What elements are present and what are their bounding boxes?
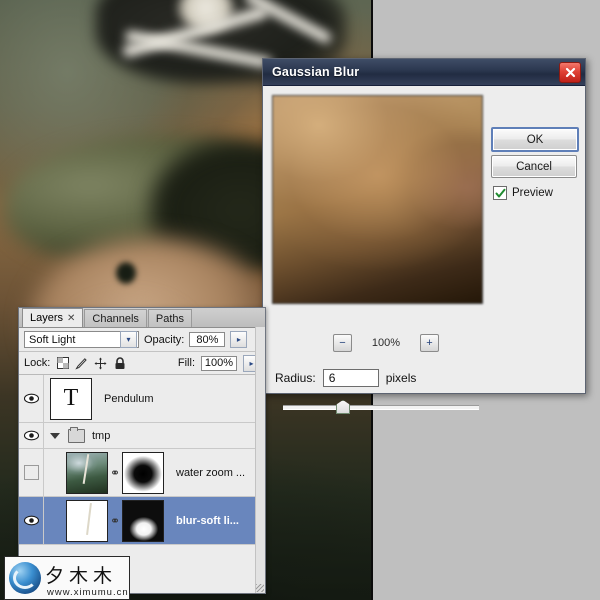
preview-zoom-controls: − 100% + <box>333 334 439 352</box>
preview-checkbox[interactable] <box>493 186 507 200</box>
panel-tab-bar: Layers ✕ Channels Paths <box>19 308 265 328</box>
site-logo-watermark: 夕木木 www.ximumu.cn <box>4 556 130 600</box>
close-icon[interactable]: ✕ <box>67 313 75 324</box>
layer-thumbnail[interactable] <box>66 451 108 494</box>
zoom-in-button[interactable]: + <box>420 334 439 352</box>
panel-scrollbar[interactable] <box>255 327 265 593</box>
radius-input[interactable] <box>322 369 379 387</box>
dialog-body: OK Cancel Preview − 100% + Radius: pixel… <box>263 86 585 414</box>
folder-icon <box>68 426 85 443</box>
dialog-title: Gaussian Blur <box>272 65 360 79</box>
radius-slider[interactable] <box>283 400 479 414</box>
dialog-titlebar[interactable]: Gaussian Blur <box>263 59 585 86</box>
layers-panel[interactable]: Layers ✕ Channels Paths Soft Light ▾ Opa… <box>18 307 266 594</box>
lock-label: Lock: <box>24 357 51 369</box>
logo-chinese-text: 夕木木 <box>45 564 118 587</box>
eye-icon[interactable] <box>23 465 39 480</box>
eye-icon[interactable] <box>19 423 44 448</box>
opacity-input[interactable]: 80% <box>189 332 226 347</box>
panel-resize-handle[interactable] <box>256 584 264 592</box>
close-icon[interactable] <box>559 62 581 83</box>
fill-label: Fill: <box>177 357 195 369</box>
fill-input[interactable]: 100% <box>201 355 237 371</box>
chevron-down-icon[interactable]: ▾ <box>120 331 137 348</box>
chevron-down-icon[interactable] <box>50 432 60 439</box>
table-row[interactable]: ⚭ blur-soft li... <box>19 497 265 545</box>
layer-thumbnail[interactable] <box>66 499 108 542</box>
zoom-level-label: 100% <box>371 337 401 349</box>
lock-row: Lock: Fill: 100% ▸ <box>19 352 265 375</box>
lock-image-pixels-icon[interactable] <box>75 357 88 370</box>
gaussian-blur-dialog[interactable]: Gaussian Blur OK Cancel Preview − 100% +… <box>262 58 586 414</box>
tab-channels[interactable]: Channels <box>84 309 147 327</box>
lock-position-icon[interactable] <box>94 357 107 370</box>
blur-preview-image[interactable] <box>272 95 483 304</box>
slider-thumb[interactable] <box>336 400 350 414</box>
lock-transparent-pixels-icon[interactable] <box>56 357 69 370</box>
zoom-out-button[interactable]: − <box>333 334 352 352</box>
preview-option[interactable]: Preview <box>493 186 553 200</box>
blend-mode-select[interactable]: Soft Light ▾ <box>24 331 139 348</box>
layer-name: water zoom ... <box>176 466 246 479</box>
link-icon[interactable]: ⚭ <box>108 514 122 528</box>
eye-icon[interactable] <box>19 375 44 422</box>
link-icon[interactable]: ⚭ <box>108 466 122 480</box>
preview-label: Preview <box>512 187 553 199</box>
tab-layers[interactable]: Layers ✕ <box>22 308 84 327</box>
blend-mode-row: Soft Light ▾ Opacity: 80% ▸ <box>19 328 265 352</box>
slider-track <box>283 405 479 410</box>
layer-thumbnail[interactable]: T <box>50 377 92 420</box>
group-name: tmp <box>92 429 111 442</box>
logo-url-text: www.ximumu.cn <box>47 587 129 598</box>
tab-layers-label: Layers <box>30 312 64 324</box>
tab-channels-label: Channels <box>92 312 139 325</box>
table-row[interactable]: tmp <box>19 423 265 449</box>
layer-mask-thumbnail[interactable] <box>122 451 164 494</box>
tab-paths[interactable]: Paths <box>147 309 193 327</box>
layer-name: Pendulum <box>104 392 154 405</box>
logo-orb-icon <box>9 562 41 594</box>
opacity-stepper-icon[interactable]: ▸ <box>230 331 248 348</box>
radius-label: Radius: <box>275 371 316 385</box>
layer-name: blur-soft li... <box>176 514 239 527</box>
table-row[interactable]: ⚭ water zoom ... <box>19 449 265 497</box>
radius-units-label: pixels <box>385 371 417 385</box>
ok-button[interactable]: OK <box>491 127 579 152</box>
eye-icon[interactable] <box>19 497 44 544</box>
layer-mask-thumbnail[interactable] <box>122 499 164 542</box>
radius-control: Radius: pixels <box>275 369 416 387</box>
cancel-button[interactable]: Cancel <box>491 155 577 178</box>
tab-paths-label: Paths <box>155 312 185 325</box>
character-eye <box>116 262 136 284</box>
blend-mode-value: Soft Light <box>29 333 76 346</box>
opacity-label: Opacity: <box>144 333 185 346</box>
lock-all-icon[interactable] <box>113 356 126 370</box>
eye-toggle-off[interactable] <box>19 449 44 496</box>
table-row[interactable]: T Pendulum <box>19 375 265 423</box>
